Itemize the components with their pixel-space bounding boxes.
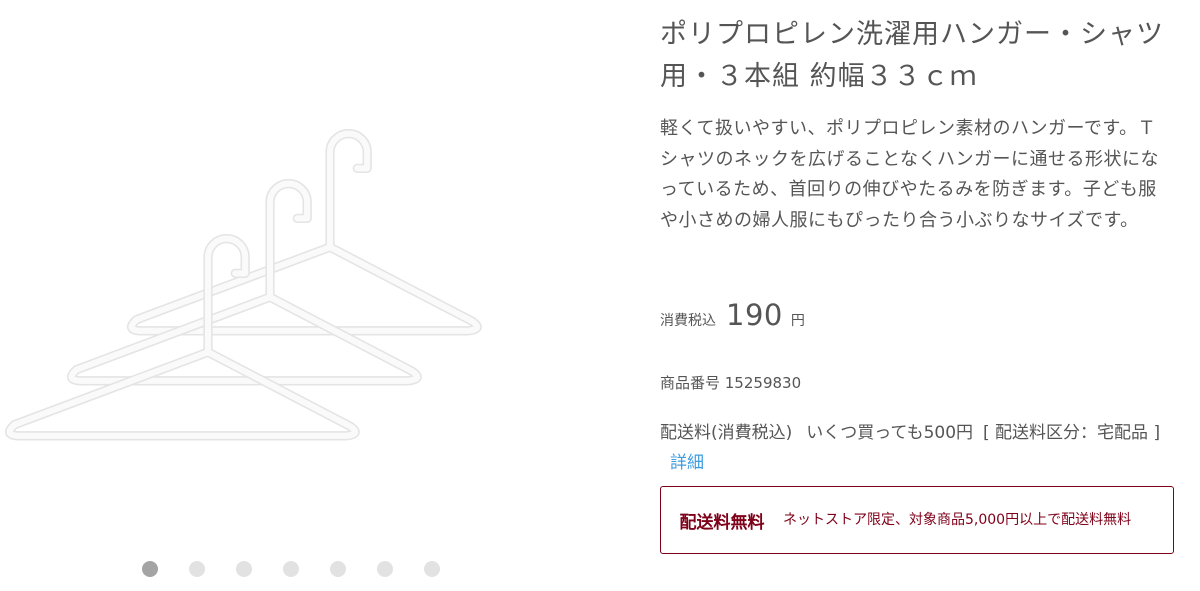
item-number: 商品番号 15259830: [660, 374, 802, 392]
price-value: 190: [726, 298, 783, 332]
carousel-dot-5[interactable]: [330, 561, 346, 577]
free-shipping-banner: 配送料無料 ネットストア限定、対象商品5,000円以上で配送料無料: [660, 486, 1174, 554]
shipping-label: 配送料(消費税込): [660, 423, 793, 443]
shipping-fee: いくつ買っても500円: [806, 423, 974, 443]
shipping-detail-link[interactable]: 詳細: [670, 453, 704, 473]
product-description: 軽くて扱いやすい、ポリプロピレン素材のハンガーです。Ｔシャツのネックを広げること…: [660, 118, 1159, 231]
free-shipping-text: ネットストア限定、対象商品5,000円以上で配送料無料: [783, 512, 1132, 528]
product-title: ポリプロピレン洗濯用ハンガー・シャツ用・３本組 約幅３３ｃｍ: [660, 19, 1164, 92]
carousel-dots: [142, 561, 440, 577]
product-gallery[interactable]: [0, 0, 600, 591]
product-image[interactable]: [0, 95, 600, 515]
shipping-info: 配送料(消費税込) いくつ買っても500円 [ 配送料区分：宅配品 ] 詳細: [660, 419, 1180, 478]
free-shipping-title: 配送料無料: [679, 512, 765, 533]
carousel-dot-6[interactable]: [377, 561, 393, 577]
product-page: ポリプロピレン洗濯用ハンガー・シャツ用・３本組 約幅３３ｃｍ 軽くて扱いやすい、…: [0, 0, 1200, 591]
carousel-dot-1[interactable]: [142, 561, 158, 577]
hanger-front: [10, 239, 356, 436]
carousel-dot-4[interactable]: [283, 561, 299, 577]
price-unit: 円: [790, 313, 805, 329]
price-tax-label: 消費税込: [660, 313, 716, 329]
price-row: 消費税込 190 円: [660, 298, 805, 332]
carousel-dot-7[interactable]: [424, 561, 440, 577]
carousel-dot-3[interactable]: [236, 561, 252, 577]
hanger-back: [132, 134, 478, 331]
shipping-category: [ 配送料区分：宅配品 ]: [983, 423, 1161, 443]
carousel-dot-2[interactable]: [189, 561, 205, 577]
